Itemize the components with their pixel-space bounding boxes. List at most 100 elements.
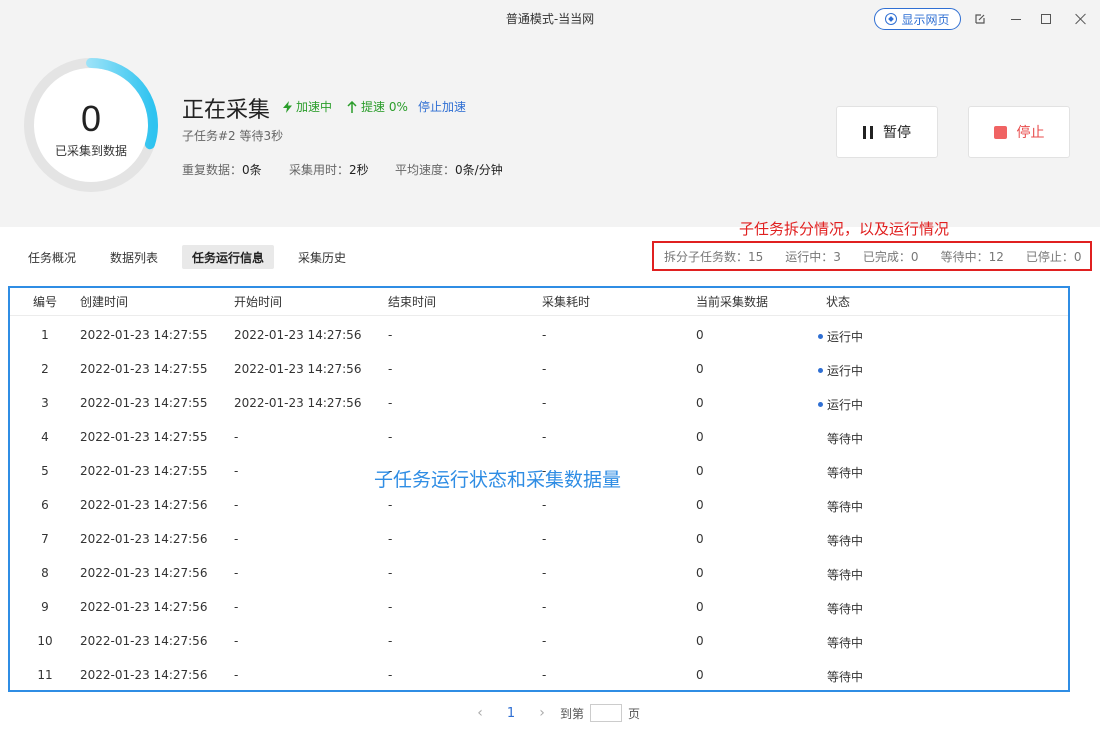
cell-created: 2022-01-23 14:27:56 bbox=[80, 668, 208, 682]
table-row[interactable]: 9 2022-01-23 14:27:56 - - - 0 等待中 bbox=[10, 590, 1068, 624]
cell-elapsed: - bbox=[542, 668, 547, 682]
arrow-up-icon bbox=[347, 100, 357, 113]
cell-id: 5 bbox=[41, 464, 49, 478]
cell-start: - bbox=[234, 532, 239, 546]
status-text: 等待中 bbox=[827, 466, 864, 480]
cell-start: - bbox=[234, 498, 239, 512]
cell-count: 0 bbox=[696, 362, 704, 376]
cell-elapsed: - bbox=[542, 328, 547, 342]
cell-elapsed: - bbox=[542, 532, 547, 546]
cell-elapsed: - bbox=[542, 634, 547, 648]
running-dot-icon bbox=[818, 402, 823, 407]
status-text: 等待中 bbox=[827, 500, 864, 514]
status-text: 运行中 bbox=[827, 330, 864, 344]
tab-run-info[interactable]: 任务运行信息 bbox=[182, 245, 275, 269]
status-text: 等待中 bbox=[827, 636, 864, 650]
tab-history[interactable]: 采集历史 bbox=[288, 245, 356, 269]
compass-icon bbox=[885, 13, 898, 25]
cell-created: 2022-01-23 14:27:55 bbox=[80, 362, 208, 376]
pagination: ‹ 1 › 到第 页 bbox=[470, 704, 640, 722]
accel-label: 加速中 bbox=[296, 100, 333, 114]
cell-created: 2022-01-23 14:27:56 bbox=[80, 498, 208, 512]
speedup-status: 提速 0% bbox=[347, 98, 408, 115]
stop-button[interactable]: 停止 bbox=[968, 106, 1070, 158]
goto-page-input[interactable] bbox=[590, 704, 623, 722]
cell-id: 9 bbox=[41, 600, 49, 614]
pause-button[interactable]: 暂停 bbox=[836, 106, 938, 158]
tab-data-list[interactable]: 数据列表 bbox=[100, 245, 168, 269]
cell-status: 等待中 bbox=[818, 634, 863, 651]
cell-count: 0 bbox=[696, 600, 704, 614]
cell-end: - bbox=[388, 362, 393, 376]
table-row[interactable]: 7 2022-01-23 14:27:56 - - - 0 等待中 bbox=[10, 522, 1068, 556]
table-row[interactable]: 10 2022-01-23 14:27:56 - - - 0 等待中 bbox=[10, 624, 1068, 658]
next-page-icon[interactable]: › bbox=[532, 705, 552, 721]
cell-elapsed: - bbox=[542, 396, 547, 410]
minimize-button[interactable] bbox=[1006, 9, 1026, 29]
cell-start: - bbox=[234, 566, 239, 580]
cell-count: 0 bbox=[696, 668, 704, 682]
edit-icon[interactable] bbox=[970, 9, 990, 29]
speed-value: 0条/分钟 bbox=[455, 163, 503, 177]
cell-count: 0 bbox=[696, 430, 704, 444]
running-dot-icon bbox=[818, 368, 823, 373]
show-web-label: 显示网页 bbox=[901, 12, 950, 27]
table-header: 编号 创建时间 开始时间 结束时间 采集耗时 当前采集数据 状态 bbox=[10, 288, 1068, 316]
cell-start: - bbox=[234, 430, 239, 444]
summary-done: 已完成：0 bbox=[862, 249, 919, 264]
table-row[interactable]: 1 2022-01-23 14:27:55 2022-01-23 14:27:56 -… bbox=[10, 318, 1068, 352]
summary-running: 运行中：3 bbox=[785, 249, 841, 264]
accel-status: 加速中 bbox=[283, 98, 332, 115]
cell-created: 2022-01-23 14:27:55 bbox=[80, 396, 208, 410]
table-row[interactable]: 6 2022-01-23 14:27:56 - - - 0 等待中 bbox=[10, 488, 1068, 522]
cell-count: 0 bbox=[696, 498, 704, 512]
cell-end: - bbox=[388, 600, 393, 614]
cell-id: 7 bbox=[41, 532, 49, 546]
cell-count: 0 bbox=[696, 396, 704, 410]
status-text: 运行中 bbox=[827, 398, 864, 412]
cell-id: 6 bbox=[41, 498, 49, 512]
status-text: 等待中 bbox=[827, 670, 864, 684]
table-row[interactable]: 11 2022-01-23 14:27:56 - - - 0 等待中 bbox=[10, 658, 1068, 690]
cell-count: 0 bbox=[696, 532, 704, 546]
prev-page-icon[interactable]: ‹ bbox=[470, 705, 490, 721]
cell-start: 2022-01-23 14:27:56 bbox=[234, 362, 362, 376]
tab-overview[interactable]: 任务概况 bbox=[18, 245, 86, 269]
duplicate-label: 重复数据： bbox=[182, 163, 243, 177]
tab-bar: 任务概况 数据列表 任务运行信息 采集历史 bbox=[18, 245, 370, 269]
cell-elapsed: - bbox=[542, 362, 547, 376]
stop-icon bbox=[993, 125, 1007, 139]
cell-created: 2022-01-23 14:27:56 bbox=[80, 566, 208, 580]
table-row[interactable]: 3 2022-01-23 14:27:55 2022-01-23 14:27:56 -… bbox=[10, 386, 1068, 420]
time-label: 采集用时： bbox=[289, 163, 350, 177]
status-title: 正在采集 bbox=[182, 98, 271, 123]
cell-id: 4 bbox=[41, 430, 49, 444]
stop-accel-link[interactable]: 停止加速 bbox=[418, 98, 466, 115]
cell-status: 等待中 bbox=[818, 566, 863, 583]
cell-end: - bbox=[388, 634, 393, 648]
duplicate-value: 0条 bbox=[242, 163, 262, 177]
collected-count: 0 bbox=[80, 98, 102, 139]
table-row[interactable]: 2 2022-01-23 14:27:55 2022-01-23 14:27:56 -… bbox=[10, 352, 1068, 386]
status-text: 运行中 bbox=[827, 364, 864, 378]
cell-end: - bbox=[388, 430, 393, 444]
cell-end: - bbox=[388, 328, 393, 342]
collected-label: 已采集到数据 bbox=[54, 144, 127, 158]
col-end: 结束时间 bbox=[388, 295, 437, 309]
cell-created: 2022-01-23 14:27:55 bbox=[80, 464, 208, 478]
summary-stopped: 已停止：0 bbox=[1025, 249, 1082, 264]
close-button[interactable] bbox=[1071, 9, 1091, 29]
cell-id: 8 bbox=[41, 566, 49, 580]
show-web-button[interactable]: 显示网页 bbox=[874, 8, 961, 30]
table-row[interactable]: 4 2022-01-23 14:27:55 - - - 0 等待中 bbox=[10, 420, 1068, 454]
annotation-run-status: 子任务运行状态和采集数据量 bbox=[374, 469, 622, 491]
cell-created: 2022-01-23 14:27:55 bbox=[80, 430, 208, 444]
current-page[interactable]: 1 bbox=[490, 706, 532, 721]
cell-id: 3 bbox=[41, 396, 49, 410]
table-row[interactable]: 8 2022-01-23 14:27:56 - - - 0 等待中 bbox=[10, 556, 1068, 590]
maximize-button[interactable] bbox=[1036, 9, 1056, 29]
cell-elapsed: - bbox=[542, 430, 547, 444]
subtask-info: 子任务#2 等待3秒 bbox=[182, 129, 284, 143]
cell-end: - bbox=[388, 396, 393, 410]
cell-elapsed: - bbox=[542, 498, 547, 512]
